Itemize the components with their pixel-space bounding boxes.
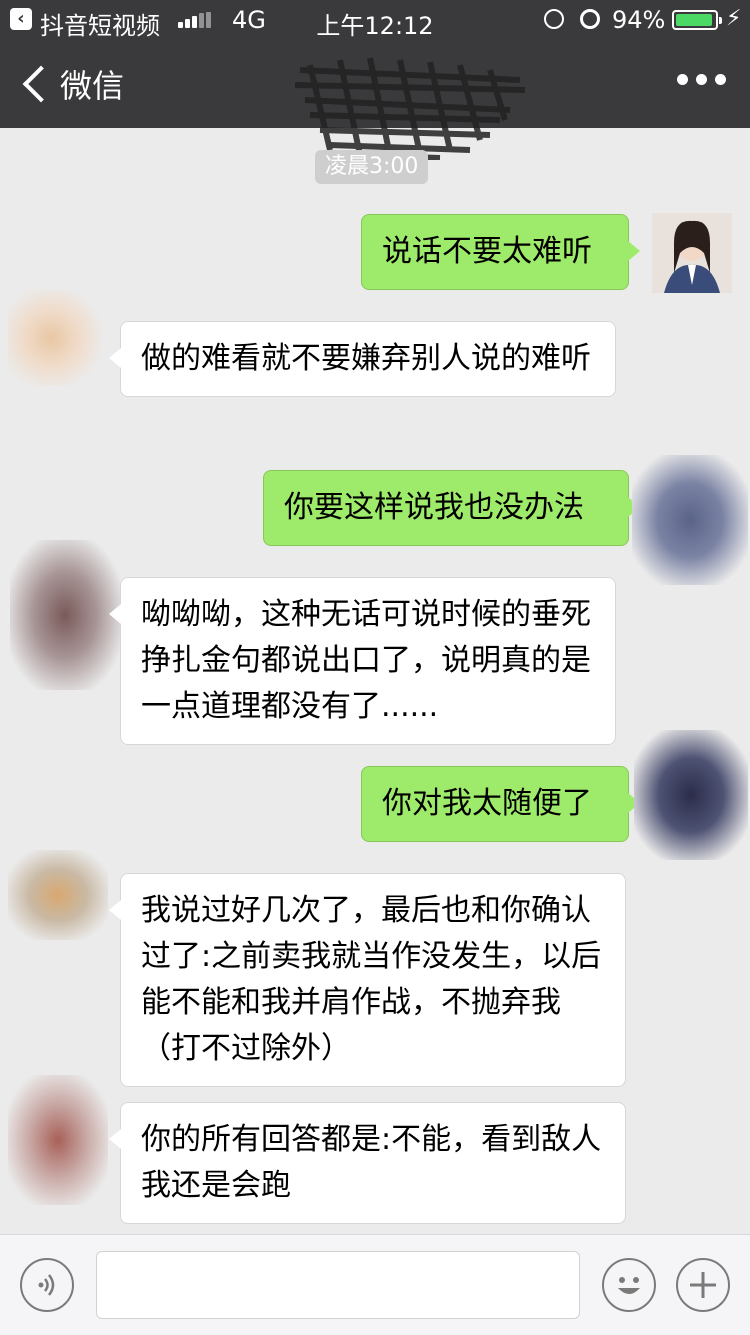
message-bubble-incoming[interactable]: 你的所有回答都是:不能，看到敌人我还是会跑 [109, 1102, 626, 1224]
message-text: 我说过好几次了，最后也和你确认过了:之前卖我就当作没发生，以后能不能和我并肩作战… [141, 893, 602, 1066]
message-text: 呦呦呦，这种无话可说时候的垂死挣扎金句都说出口了，说明真的是一点道理都没有了..… [141, 597, 591, 724]
status-bar: ‹ 抖音短视频 4G 上午12:12 94% ⚡︎ [0, 0, 750, 40]
voice-waves [38, 1274, 55, 1296]
contact-avatar[interactable] [8, 290, 104, 386]
avatar-image [652, 213, 732, 293]
battery-icon [672, 10, 722, 30]
contact-avatar[interactable] [8, 1075, 108, 1205]
self-avatar[interactable] [632, 455, 748, 585]
message-text: 说话不要太难听 [382, 234, 592, 269]
message-bubble-outgoing[interactable]: 你对我太随便了 [361, 766, 640, 842]
plus [690, 1272, 716, 1298]
message-input[interactable] [96, 1251, 580, 1319]
message-bubble-incoming[interactable]: 做的难看就不要嫌弃别人说的难听 [109, 321, 616, 397]
more-dots-icon[interactable] [677, 74, 726, 85]
smiley [618, 1277, 640, 1294]
message-text: 你要这样说我也没办法 [284, 490, 584, 525]
message-text: 做的难看就不要嫌弃别人说的难听 [141, 341, 591, 376]
battery-fill [676, 14, 712, 26]
message-bubble-outgoing[interactable]: 说话不要太难听 [361, 214, 640, 290]
self-avatar[interactable] [634, 730, 748, 860]
charging-icon: ⚡︎ [726, 6, 742, 31]
battery-percent: 94% [612, 6, 666, 34]
message-bubble-outgoing[interactable]: 你要这样说我也没办法 [263, 470, 640, 546]
voice-icon[interactable] [20, 1258, 74, 1312]
back-button[interactable]: 微信 [20, 62, 124, 106]
message-bubble-incoming[interactable]: 我说过好几次了，最后也和你确认过了:之前卖我就当作没发生，以后能不能和我并肩作战… [109, 873, 626, 1087]
message-text: 你的所有回答都是:不能，看到敌人我还是会跑 [141, 1122, 602, 1203]
chevron-left-icon [22, 65, 60, 103]
back-label: 微信 [60, 67, 125, 105]
alarm-icon [580, 9, 600, 29]
chat-input-bar [0, 1234, 750, 1335]
contact-avatar[interactable] [10, 540, 120, 690]
emoji-icon[interactable] [602, 1258, 656, 1312]
message-text: 你对我太随便了 [382, 786, 592, 821]
contact-avatar[interactable] [8, 850, 108, 940]
rotation-lock-icon [544, 9, 564, 29]
chat-header: 微信 [0, 40, 750, 160]
message-bubble-incoming[interactable]: 呦呦呦，这种无话可说时候的垂死挣扎金句都说出口了，说明真的是一点道理都没有了..… [109, 577, 616, 745]
redacted-title-scribble [294, 57, 526, 160]
plus-icon[interactable] [676, 1258, 730, 1312]
chat-timestamp: 凌晨3:00 [315, 150, 429, 184]
self-avatar[interactable] [652, 213, 732, 293]
